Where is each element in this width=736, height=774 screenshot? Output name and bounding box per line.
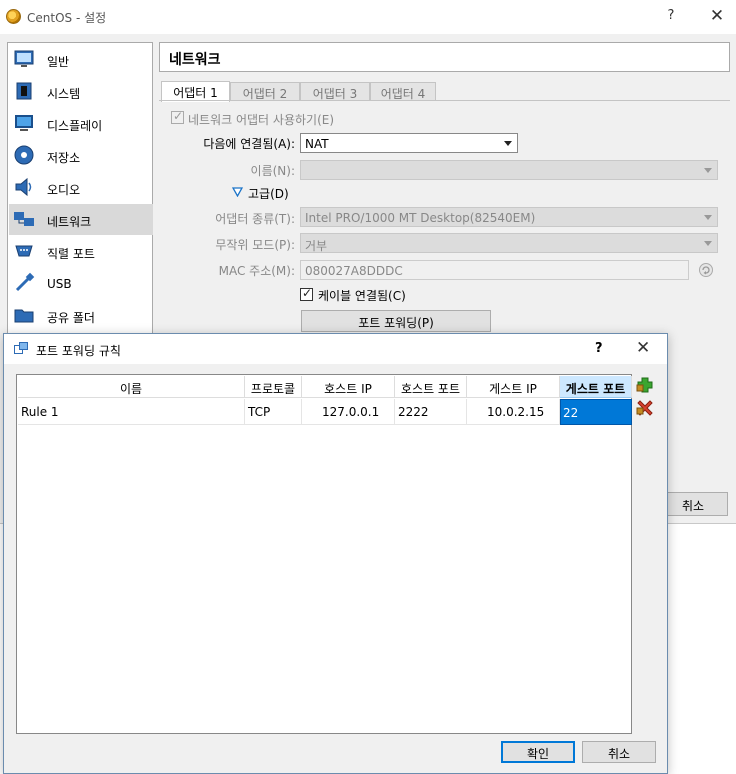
system-icon (16, 82, 32, 100)
column-header-guest-ip[interactable]: 게스트 IP (467, 376, 560, 398)
audio-icon (15, 177, 32, 197)
adapter-type-value: Intel PRO/1000 MT Desktop(82540EM) (305, 211, 536, 225)
column-header-name[interactable]: 이름 (18, 376, 245, 398)
tab-adapter-3[interactable]: 어댑터 3 (300, 82, 370, 101)
dialog-title-bar: 포트 포워딩 규칙 ? ✕ (4, 334, 667, 364)
shared-folder-icon (14, 309, 34, 323)
dialog-close-button[interactable]: ✕ (636, 338, 650, 358)
settings-sidebar: 일반 시스템 디스플레이 저장소 오디오 네트워크 직렬 포트 USB 공유 폴… (7, 42, 153, 342)
tab-adapter-2[interactable]: 어댑터 2 (230, 82, 300, 101)
advanced-toggle[interactable]: 고급(D) (248, 185, 289, 202)
sidebar-item-display[interactable]: 디스플레이 (9, 108, 153, 139)
port-forwarding-button[interactable]: 포트 포워딩(P) (301, 310, 491, 332)
add-rule-icon[interactable] (636, 376, 654, 394)
port-forwarding-icon (14, 342, 28, 354)
attached-to-label: 다음에 연결됨(A): (203, 137, 295, 151)
table-cell-name[interactable]: Rule 1 (18, 399, 245, 425)
column-header-guest-port[interactable]: 게스트 포트 (560, 376, 632, 398)
chevron-down-icon (704, 215, 712, 220)
sidebar-item-network[interactable]: 네트워크 (9, 204, 153, 235)
column-header-protocol[interactable]: 프로토콜 (245, 376, 302, 398)
serial-port-icon (15, 245, 33, 257)
promiscuous-mode-select[interactable]: 거부 (300, 233, 718, 253)
attached-to-select[interactable]: NAT (300, 133, 518, 153)
sidebar-item-general[interactable]: 일반 (9, 44, 153, 75)
table-cell-host-port[interactable]: 2222 (395, 399, 467, 425)
mac-address-label: MAC 주소(M): (218, 264, 295, 278)
dialog-cancel-button[interactable]: 취소 (582, 741, 656, 763)
remove-rule-icon[interactable] (636, 399, 654, 417)
tab-adapter-4[interactable]: 어댑터 4 (370, 82, 436, 101)
title-bar: CentOS - 설정 ? ✕ (0, 0, 736, 34)
sidebar-item-label: 네트워크 (47, 215, 92, 229)
page-title-box: 네트워크 (159, 42, 730, 72)
refresh-mac-icon[interactable] (698, 262, 714, 278)
sidebar-item-label: 오디오 (47, 183, 81, 197)
port-forwarding-table: 이름 프로토콜 호스트 IP 호스트 포트 게스트 IP 게스트 포트 Rule… (16, 374, 632, 734)
close-button[interactable]: ✕ (708, 6, 726, 26)
storage-icon (14, 145, 34, 165)
table-cell-protocol[interactable]: TCP (245, 399, 302, 425)
mac-address-value: 080027A8DDDC (305, 264, 403, 278)
sidebar-item-label: 디스플레이 (47, 119, 103, 133)
sidebar-item-shared-folder[interactable]: 공유 폴더 (9, 300, 153, 331)
enable-adapter-label: 네트워크 어댑터 사용하기(E) (188, 113, 335, 127)
display-icon (15, 115, 33, 131)
table-cell-host-ip[interactable]: 127.0.0.1 (302, 399, 395, 425)
mac-address-field[interactable]: 080027A8DDDC (300, 260, 689, 280)
dialog-title: 포트 포워딩 규칙 (36, 344, 121, 358)
chevron-down-icon (704, 241, 712, 246)
dialog-help-button[interactable]: ? (595, 341, 603, 356)
tab-adapter-1[interactable]: 어댑터 1 (161, 81, 230, 102)
name-label: 이름(N): (250, 164, 295, 178)
sidebar-item-label: 일반 (47, 55, 70, 69)
usb-icon (15, 272, 35, 292)
help-button[interactable]: ? (664, 8, 678, 24)
window-title: CentOS - 설정 (27, 11, 107, 25)
sidebar-item-label: 시스템 (47, 87, 81, 101)
expand-triangle-icon[interactable] (232, 187, 243, 197)
port-forwarding-dialog: 포트 포워딩 규칙 ? ✕ 이름 프로토콜 호스트 IP 호스트 포트 게스트 … (3, 333, 668, 774)
adapter-type-label: 어댑터 종류(T): (215, 212, 295, 226)
name-select[interactable] (300, 160, 718, 180)
chevron-down-icon (704, 168, 712, 173)
virtualbox-app-icon (6, 9, 21, 24)
promiscuous-mode-label: 무작위 모드(P): (215, 238, 295, 252)
chevron-down-icon (504, 141, 512, 146)
ok-button[interactable]: 확인 (501, 741, 575, 763)
sidebar-item-serial-port[interactable]: 직렬 포트 (9, 236, 153, 267)
sidebar-item-label: 저장소 (47, 151, 81, 165)
adapter-type-select[interactable]: Intel PRO/1000 MT Desktop(82540EM) (300, 207, 718, 227)
attached-to-value: NAT (305, 137, 329, 151)
cable-connected-checkbox[interactable]: ✓ (300, 286, 313, 301)
table-cell-guest-port[interactable]: 22 (560, 399, 632, 425)
sidebar-item-audio[interactable]: 오디오 (9, 172, 153, 203)
page-title: 네트워크 (169, 52, 221, 68)
sidebar-item-usb[interactable]: USB (9, 268, 153, 299)
general-icon (14, 50, 34, 67)
sidebar-item-storage[interactable]: 저장소 (9, 140, 153, 171)
sidebar-item-label: 직렬 포트 (47, 247, 95, 261)
cable-connected-label: 케이블 연결됨(C) (318, 289, 406, 303)
sidebar-item-system[interactable]: 시스템 (9, 76, 153, 107)
sidebar-item-label: USB (47, 277, 72, 291)
column-header-host-port[interactable]: 호스트 포트 (395, 376, 467, 398)
promiscuous-mode-value: 거부 (305, 239, 328, 253)
enable-adapter-checkbox[interactable]: ✓ (171, 109, 184, 124)
column-header-host-ip[interactable]: 호스트 IP (302, 376, 395, 398)
settings-cancel-button[interactable]: 취소 (658, 492, 728, 516)
network-icon (14, 212, 34, 226)
table-cell-guest-ip[interactable]: 10.0.2.15 (467, 399, 560, 425)
sidebar-item-label: 공유 폴더 (47, 311, 95, 325)
